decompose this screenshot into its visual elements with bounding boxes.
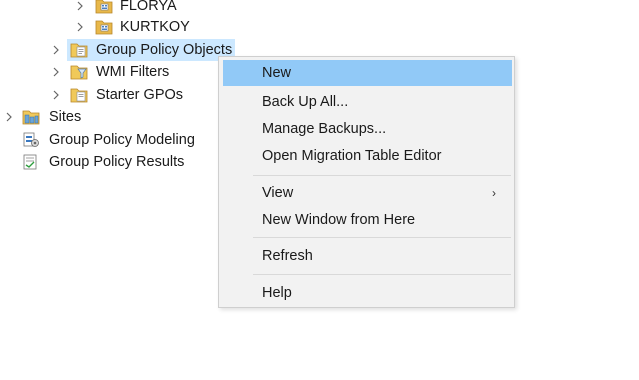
tree-item-label: KURTKOY	[120, 19, 190, 35]
chevron-right-icon[interactable]	[3, 106, 15, 128]
ou-folder-icon	[95, 18, 113, 36]
tree-item-starter-gpos[interactable]: Starter GPOs	[50, 84, 200, 106]
tree-item-label: Group Policy Results	[49, 154, 185, 170]
menu-item-label: Manage Backups...	[262, 121, 387, 137]
menu-item-label: View	[262, 185, 294, 201]
tree-item-label: Starter GPOs	[96, 87, 184, 103]
chevron-right-icon[interactable]	[74, 16, 86, 38]
menu-item-label: Help	[262, 285, 292, 301]
menu-item-label: New Window from Here	[262, 212, 416, 228]
menu-item-label: Open Migration Table Editor	[262, 148, 442, 164]
chevron-right-icon[interactable]	[50, 61, 62, 83]
tree-item-label: Group Policy Modeling	[49, 132, 195, 148]
menu-item-label: New	[262, 65, 292, 81]
menu-separator	[253, 274, 511, 275]
tree-item-group-policy-results[interactable]: Group Policy Results	[3, 151, 203, 173]
menu-item-open-migration-table-editor[interactable]: Open Migration Table Editor	[223, 143, 512, 169]
gpo-container-icon	[70, 41, 88, 59]
menu-item-label: Back Up All...	[262, 94, 349, 110]
menu-item-new[interactable]: New	[223, 60, 512, 86]
menu-item-view[interactable]: View ›	[223, 180, 512, 206]
submenu-arrow-icon: ›	[492, 186, 496, 200]
context-menu: New Back Up All... Manage Backups... Ope…	[218, 56, 515, 308]
tree-item-group-policy-objects[interactable]: Group Policy Objects	[50, 39, 240, 61]
menu-item-back-up-all[interactable]: Back Up All...	[223, 89, 512, 115]
ou-folder-icon	[95, 0, 113, 15]
starter-gpos-icon	[70, 86, 88, 104]
menu-item-refresh[interactable]: Refresh	[223, 243, 512, 269]
tree-item-sites[interactable]: Sites	[3, 106, 123, 128]
tree-item-group-policy-modeling[interactable]: Group Policy Modeling	[3, 129, 213, 151]
tree-item-label: WMI Filters	[96, 64, 170, 80]
tree-item-kurtkoy[interactable]: KURTKOY	[74, 16, 194, 38]
tree-item-florya[interactable]: FLORYA	[74, 0, 194, 17]
menu-item-label: Refresh	[262, 248, 313, 264]
tree-item-label: Group Policy Objects	[93, 39, 236, 61]
menu-separator	[253, 175, 511, 176]
menu-item-manage-backups[interactable]: Manage Backups...	[223, 116, 512, 142]
tree-item-wmi-filters[interactable]: WMI Filters	[50, 61, 200, 83]
gp-results-icon	[22, 153, 40, 171]
tree-item-label: Sites	[49, 109, 82, 125]
tree-item-label: FLORYA	[120, 0, 177, 14]
chevron-right-icon[interactable]	[50, 84, 62, 106]
chevron-right-icon[interactable]	[74, 0, 86, 17]
chevron-right-icon[interactable]	[50, 39, 62, 61]
menu-separator	[253, 237, 511, 238]
gp-modeling-icon	[22, 131, 40, 149]
wmi-filters-icon	[70, 63, 88, 81]
menu-item-help[interactable]: Help	[223, 280, 512, 306]
menu-item-new-window-from-here[interactable]: New Window from Here	[223, 207, 512, 233]
sites-icon	[22, 108, 40, 126]
